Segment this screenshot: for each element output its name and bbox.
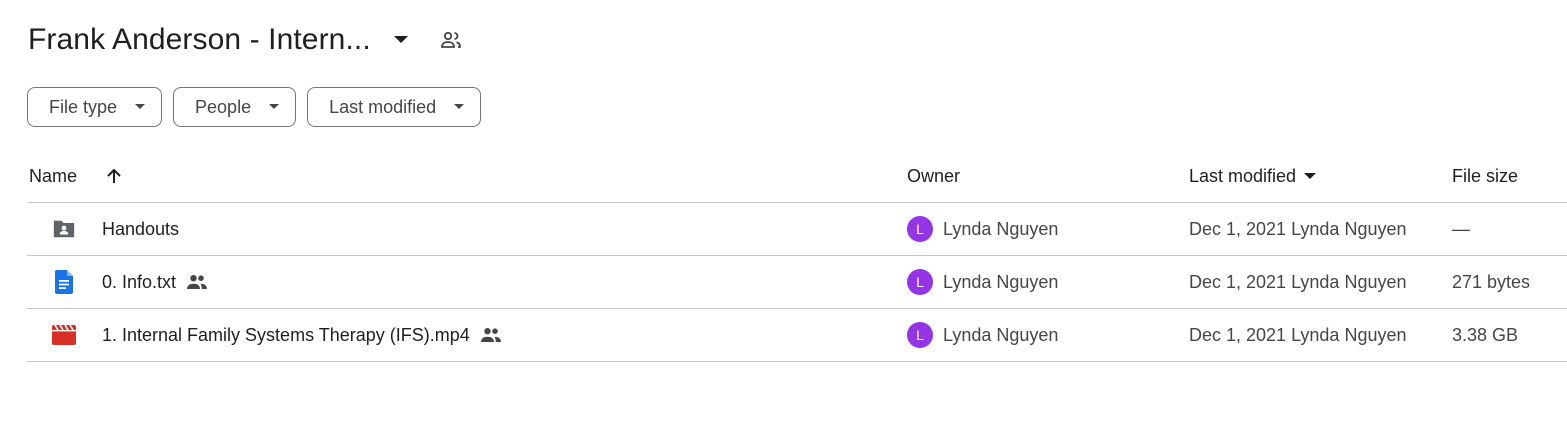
arrow-drop-down-icon — [393, 36, 408, 43]
owner-cell: L Lynda Nguyen — [907, 309, 1058, 361]
avatar[interactable]: L — [907, 322, 933, 348]
video-file-icon — [52, 323, 76, 347]
file-name: 1. Internal Family Systems Therapy (IFS)… — [102, 324, 470, 345]
owner-column-header[interactable]: Owner — [907, 150, 960, 202]
owner-name: Lynda Nguyen — [943, 271, 1059, 292]
avatar[interactable]: L — [907, 269, 933, 295]
modified-cell: Dec 1, 2021 Lynda Nguyen — [1189, 271, 1407, 292]
column-label: File size — [1452, 165, 1519, 186]
modified-cell: Dec 1, 2021 Lynda Nguyen — [1189, 324, 1407, 345]
sort-direction-button[interactable] — [105, 167, 123, 185]
file-type-filter[interactable]: File type — [27, 87, 163, 127]
size-cell: — — [1452, 218, 1470, 239]
file-name-cell[interactable]: Handouts — [102, 203, 179, 255]
folder-title[interactable]: Frank Anderson - Intern... — [28, 23, 371, 57]
folder-header: Frank Anderson - Intern... — [28, 18, 469, 62]
column-label: Owner — [907, 165, 961, 186]
table-row[interactable]: 0. Info.txt L Lynda Nguyen Dec 1, 2021 L… — [27, 256, 1567, 309]
owner-cell: L Lynda Nguyen — [907, 203, 1058, 255]
arrow-drop-down-icon — [135, 104, 146, 110]
owner-cell: L Lynda Nguyen — [907, 256, 1058, 308]
arrow-drop-down-icon — [454, 104, 465, 110]
table-header: Name Owner Last modified File size — [27, 150, 1567, 203]
people-icon — [440, 31, 461, 48]
file-size-column-header[interactable]: File size — [1452, 150, 1518, 202]
column-label: Last modified — [1189, 165, 1297, 186]
column-label: Name — [29, 165, 78, 186]
arrow-drop-down-icon — [1304, 172, 1317, 180]
avatar[interactable]: L — [907, 216, 933, 242]
modified-cell: Dec 1, 2021 Lynda Nguyen — [1189, 218, 1407, 239]
owner-name: Lynda Nguyen — [943, 324, 1059, 345]
last-modified-filter[interactable]: Last modified — [307, 87, 482, 127]
file-name: 0. Info.txt — [102, 271, 177, 292]
last-modified-column-header[interactable]: Last modified — [1189, 150, 1317, 202]
google-docs-icon — [52, 270, 76, 294]
file-list: Name Owner Last modified File size Hando… — [27, 150, 1567, 362]
name-column-header[interactable]: Name — [29, 150, 123, 202]
chip-label: Last modified — [329, 96, 437, 117]
table-row[interactable]: 1. Internal Family Systems Therapy (IFS)… — [27, 309, 1567, 362]
owner-name: Lynda Nguyen — [943, 218, 1059, 239]
chip-label: File type — [49, 96, 118, 117]
shared-folder-icon — [52, 217, 76, 241]
file-name-cell[interactable]: 1. Internal Family Systems Therapy (IFS)… — [102, 309, 502, 361]
folder-menu-dropdown[interactable] — [385, 24, 417, 56]
size-cell: 271 bytes — [1452, 271, 1531, 292]
shared-people-icon — [186, 274, 208, 290]
file-name-cell[interactable]: 0. Info.txt — [102, 256, 208, 308]
filter-bar: File type People Last modified — [27, 87, 482, 127]
arrow-up-icon — [107, 168, 121, 183]
chip-label: People — [195, 96, 252, 117]
table-row[interactable]: Handouts L Lynda Nguyen Dec 1, 2021 Lynd… — [27, 203, 1567, 256]
share-people-button[interactable] — [433, 22, 469, 58]
arrow-drop-down-icon — [269, 104, 280, 110]
file-name: Handouts — [102, 218, 180, 239]
shared-people-icon — [480, 327, 502, 343]
people-filter[interactable]: People — [173, 87, 297, 127]
size-cell: 3.38 GB — [1452, 324, 1519, 345]
